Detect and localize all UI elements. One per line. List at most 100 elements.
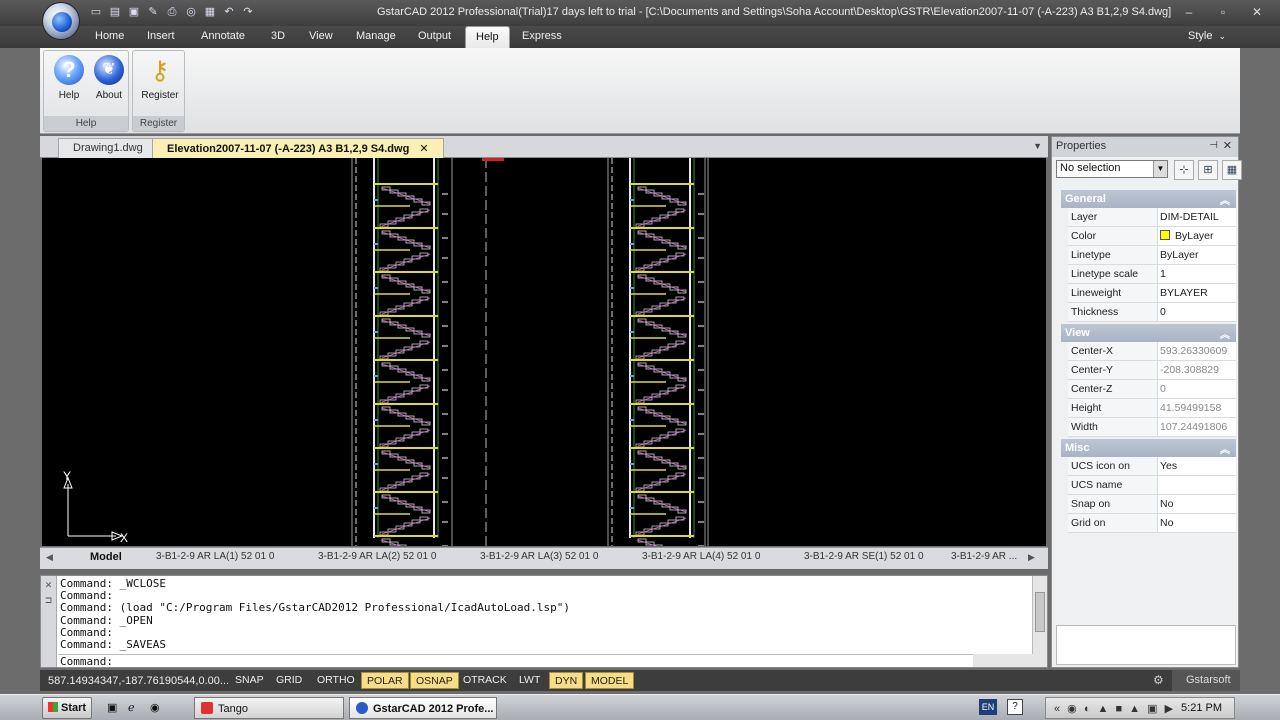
section-general[interactable]: General ︽ <box>1061 190 1236 208</box>
chevron-down-icon[interactable]: ▼ <box>1033 141 1042 151</box>
clock: 5:21 PM <box>1181 702 1222 714</box>
taskbar-item-gstarcad[interactable]: GstarCAD 2012 Profe... <box>349 697 497 719</box>
pin-icon[interactable]: ⊣ <box>1209 140 1218 151</box>
prop-key: UCS name <box>1068 476 1158 494</box>
close-button[interactable]: ✕ <box>1242 3 1272 21</box>
tab-view[interactable]: View <box>309 30 333 42</box>
layout-tab[interactable]: 3-B1-2-9 AR SE(1) 52 01 0 <box>804 551 924 562</box>
prop-row-ucs-name[interactable]: UCS name <box>1068 476 1236 495</box>
publish-icon[interactable]: ▦ <box>202 4 218 20</box>
prop-row-layer[interactable]: Layer DIM-DETAIL <box>1068 208 1236 227</box>
layout-tab[interactable]: 3-B1-2-9 AR LA(3) 52 01 0 <box>480 551 598 562</box>
doc-tab-drawing1[interactable]: Drawing1.dwg <box>58 138 158 158</box>
section-misc[interactable]: Misc ︽ <box>1061 439 1236 457</box>
ie-icon[interactable]: ℯ <box>128 701 135 714</box>
collapse-icon[interactable]: ︽ <box>1220 192 1230 207</box>
undo-icon[interactable]: ↶ <box>221 4 237 20</box>
collapse-icon[interactable]: ︽ <box>1220 326 1230 341</box>
prop-row-grid-on[interactable]: Grid on No <box>1068 514 1236 533</box>
prop-row-linetype-scale[interactable]: Linetype scale 1 <box>1068 265 1236 284</box>
taskbar-item-tango[interactable]: Tango <box>194 697 344 719</box>
open-icon[interactable]: ▤ <box>107 4 123 20</box>
style-menu[interactable]: Style ⌄ <box>1188 30 1226 42</box>
doc-tab-elevation[interactable]: Elevation2007-11-07 (-A-223) A3 B1,2,9 S… <box>152 138 444 158</box>
command-history: Command: _WCLOSE Command: Command: (load "… <box>60 577 570 651</box>
cad-geometry <box>419 252 429 257</box>
prop-value: No <box>1160 498 1174 510</box>
register-button[interactable]: ⚷ Register <box>137 55 183 101</box>
saveas-icon[interactable]: ✎ <box>145 4 161 20</box>
selection-dropdown[interactable]: No selection ▼ <box>1056 160 1168 178</box>
media-icon[interactable]: ◉ <box>150 701 160 714</box>
print-icon[interactable]: ⎙ <box>164 4 180 20</box>
tab-home[interactable]: Home <box>95 30 124 42</box>
layout-tab[interactable]: 3-B1-2-9 AR LA(1) 52 01 0 <box>156 551 274 562</box>
minimize-button[interactable]: – <box>1174 3 1204 21</box>
command-input[interactable]: Command: <box>58 654 1026 668</box>
polar-toggle[interactable]: POLAR <box>361 672 409 689</box>
close-icon[interactable]: ✕ <box>419 143 428 155</box>
language-indicator[interactable]: EN <box>979 699 997 715</box>
prop-value: No <box>1160 517 1174 529</box>
ribbon-group-caption-help: Help <box>44 116 128 131</box>
ucs-icon: Y X <box>63 470 128 545</box>
prop-key: Height <box>1068 399 1158 417</box>
section-view[interactable]: View ︽ <box>1061 324 1236 342</box>
prop-row-thickness[interactable]: Thickness 0 <box>1068 303 1236 322</box>
layout-tab[interactable]: 3-B1-2-9 AR ... <box>951 551 1017 562</box>
otrack-toggle[interactable]: OTRACK <box>458 672 512 689</box>
coordinate-readout: 587.14934347,-187.76190544,0.00... <box>48 675 230 687</box>
preview-icon[interactable]: ◎ <box>183 4 199 20</box>
drawing-canvas[interactable]: Y X <box>42 158 1046 546</box>
tab-manage[interactable]: Manage <box>356 30 396 42</box>
tab-annotate[interactable]: Annotate <box>201 30 245 42</box>
tab-output[interactable]: Output <box>418 30 451 42</box>
snap-toggle[interactable]: SNAP <box>230 672 269 689</box>
prop-row-lineweight[interactable]: Lineweight BYLAYER <box>1068 284 1236 303</box>
quick-select-icon[interactable]: ⊹ <box>1174 160 1194 180</box>
dyn-toggle[interactable]: DYN <box>549 672 584 689</box>
tray-icons[interactable]: « ◉ ◐ ▲ ■ ▲ ▣ ▶ <box>1054 702 1175 715</box>
cad-geometry <box>637 407 687 425</box>
ortho-toggle[interactable]: ORTHO <box>312 672 360 689</box>
about-button[interactable]: ❦ About <box>89 55 129 101</box>
scroll-right-icon[interactable]: ▶ <box>1028 552 1035 563</box>
prop-row-linetype[interactable]: Linetype ByLayer <box>1068 246 1236 265</box>
prop-row-snap-on[interactable]: Snap on No <box>1068 495 1236 514</box>
command-scrollbar[interactable] <box>1032 576 1047 654</box>
app-menu-button[interactable] <box>42 2 80 40</box>
close-icon[interactable]: ✕ <box>1223 139 1232 152</box>
new-icon[interactable]: ▭ <box>88 4 104 20</box>
osnap-toggle[interactable]: OSNAP <box>410 672 459 689</box>
lwt-toggle[interactable]: LWT <box>514 672 545 689</box>
maximize-button[interactable]: ▫ <box>1208 3 1238 21</box>
select-objects-icon[interactable]: ⊞ <box>1198 160 1218 180</box>
command-window-grip[interactable]: ✕ ⊐ <box>41 576 57 667</box>
tab-3d[interactable]: 3D <box>271 30 285 42</box>
cad-geometry <box>419 516 429 521</box>
redo-icon[interactable]: ↷ <box>240 4 256 20</box>
toggle-pickadd-icon[interactable]: ▦ <box>1222 160 1242 180</box>
layout-tab[interactable]: 3-B1-2-9 AR LA(4) 52 01 0 <box>642 551 760 562</box>
scroll-left-icon[interactable]: ◀ <box>46 552 53 563</box>
prop-row-color[interactable]: Color ByLayer <box>1068 227 1236 246</box>
prop-row-ucs-icon-on[interactable]: UCS icon on Yes <box>1068 457 1236 476</box>
settings-icon[interactable]: ⚙ <box>1153 673 1164 687</box>
save-icon[interactable]: ▣ <box>126 4 142 20</box>
tab-help[interactable]: Help <box>465 26 510 49</box>
layout-tab-model[interactable]: Model <box>90 551 122 563</box>
layout-tab[interactable]: 3-B1-2-9 AR LA(2) 52 01 0 <box>318 551 436 562</box>
cad-geometry <box>637 209 687 227</box>
model-toggle[interactable]: MODEL <box>585 672 635 689</box>
start-button[interactable]: Start <box>42 697 92 719</box>
cad-geometry <box>637 451 687 469</box>
show-desktop-icon[interactable]: ▣ <box>107 701 117 714</box>
help-icon[interactable]: ? <box>1007 699 1023 715</box>
collapse-icon[interactable]: ︽ <box>1220 441 1230 456</box>
selection-value: No selection <box>1060 162 1121 174</box>
tab-express[interactable]: Express <box>522 30 562 42</box>
help-button[interactable]: ? Help <box>49 55 89 101</box>
tab-insert[interactable]: Insert <box>147 30 175 42</box>
grid-toggle[interactable]: GRID <box>271 672 307 689</box>
command-hscrollbar[interactable] <box>973 654 1047 667</box>
